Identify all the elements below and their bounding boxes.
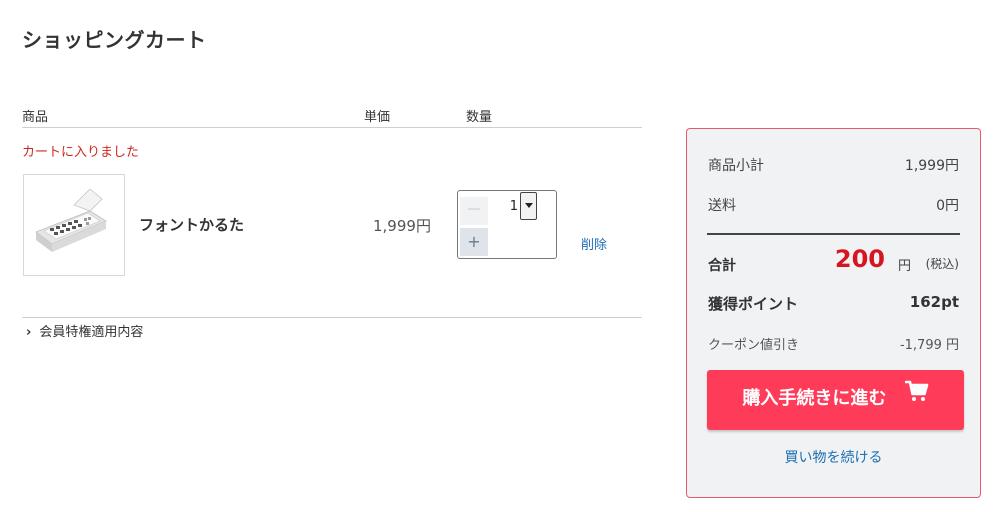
tax-note: (税込) xyxy=(925,257,959,271)
continue-shopping-link[interactable]: 買い物を続ける xyxy=(687,447,980,467)
product-name[interactable]: フォントかるた xyxy=(139,214,244,235)
quantity-decrement-button[interactable]: － xyxy=(460,197,488,225)
points-label: 獲得ポイント xyxy=(708,295,799,313)
total-unit: 円 xyxy=(897,259,911,274)
page-title: ショッピングカート xyxy=(22,28,207,52)
header-product: 商品 xyxy=(22,110,49,125)
checkout-button[interactable]: 購入手続きに進む xyxy=(707,370,964,430)
shipping-label: 送料 xyxy=(708,198,736,214)
product-thumbnail[interactable] xyxy=(23,174,125,276)
shipping-value: 0円 xyxy=(936,198,959,214)
product-image-icon xyxy=(35,188,107,252)
cart-divider xyxy=(22,317,642,318)
chevron-right-icon: › xyxy=(26,325,32,340)
quantity-stepper: － 1 + xyxy=(457,190,557,259)
added-to-cart-message: カートに入りました xyxy=(22,145,140,160)
shopping-cart-icon xyxy=(904,368,929,426)
total-label: 合計 xyxy=(708,258,736,274)
product-unit-price: 1,999円 xyxy=(373,217,431,235)
delete-item-link[interactable]: 削除 xyxy=(581,234,607,253)
dropdown-arrow-icon xyxy=(525,203,533,208)
quantity-increment-button[interactable]: + xyxy=(460,228,488,256)
subtotal-value: 1,999円 xyxy=(904,158,959,174)
cart-table-header: 商品 単価 数量 xyxy=(22,105,642,128)
subtotal-label: 商品小計 xyxy=(708,158,764,174)
checkout-label: 購入手続きに進む xyxy=(742,388,887,409)
member-benefits-toggle[interactable]: › 会員特権適用内容 xyxy=(26,321,143,340)
summary-divider xyxy=(707,233,960,235)
coupon-label: クーポン値引き xyxy=(708,338,800,353)
order-summary-panel: 商品小計 1,999円 送料 0円 合計 200 円 (税込) 獲得ポイント 1… xyxy=(686,128,981,498)
quantity-dropdown[interactable] xyxy=(520,192,537,220)
header-unit-price: 単価 xyxy=(364,110,391,125)
coupon-value: -1,799 円 xyxy=(899,338,959,353)
points-value: 162pt xyxy=(909,293,959,311)
header-quantity: 数量 xyxy=(466,110,493,125)
quantity-value[interactable]: 1 xyxy=(504,199,518,214)
member-benefits-label: 会員特権適用内容 xyxy=(39,325,144,340)
total-amount: 200 xyxy=(834,245,885,273)
